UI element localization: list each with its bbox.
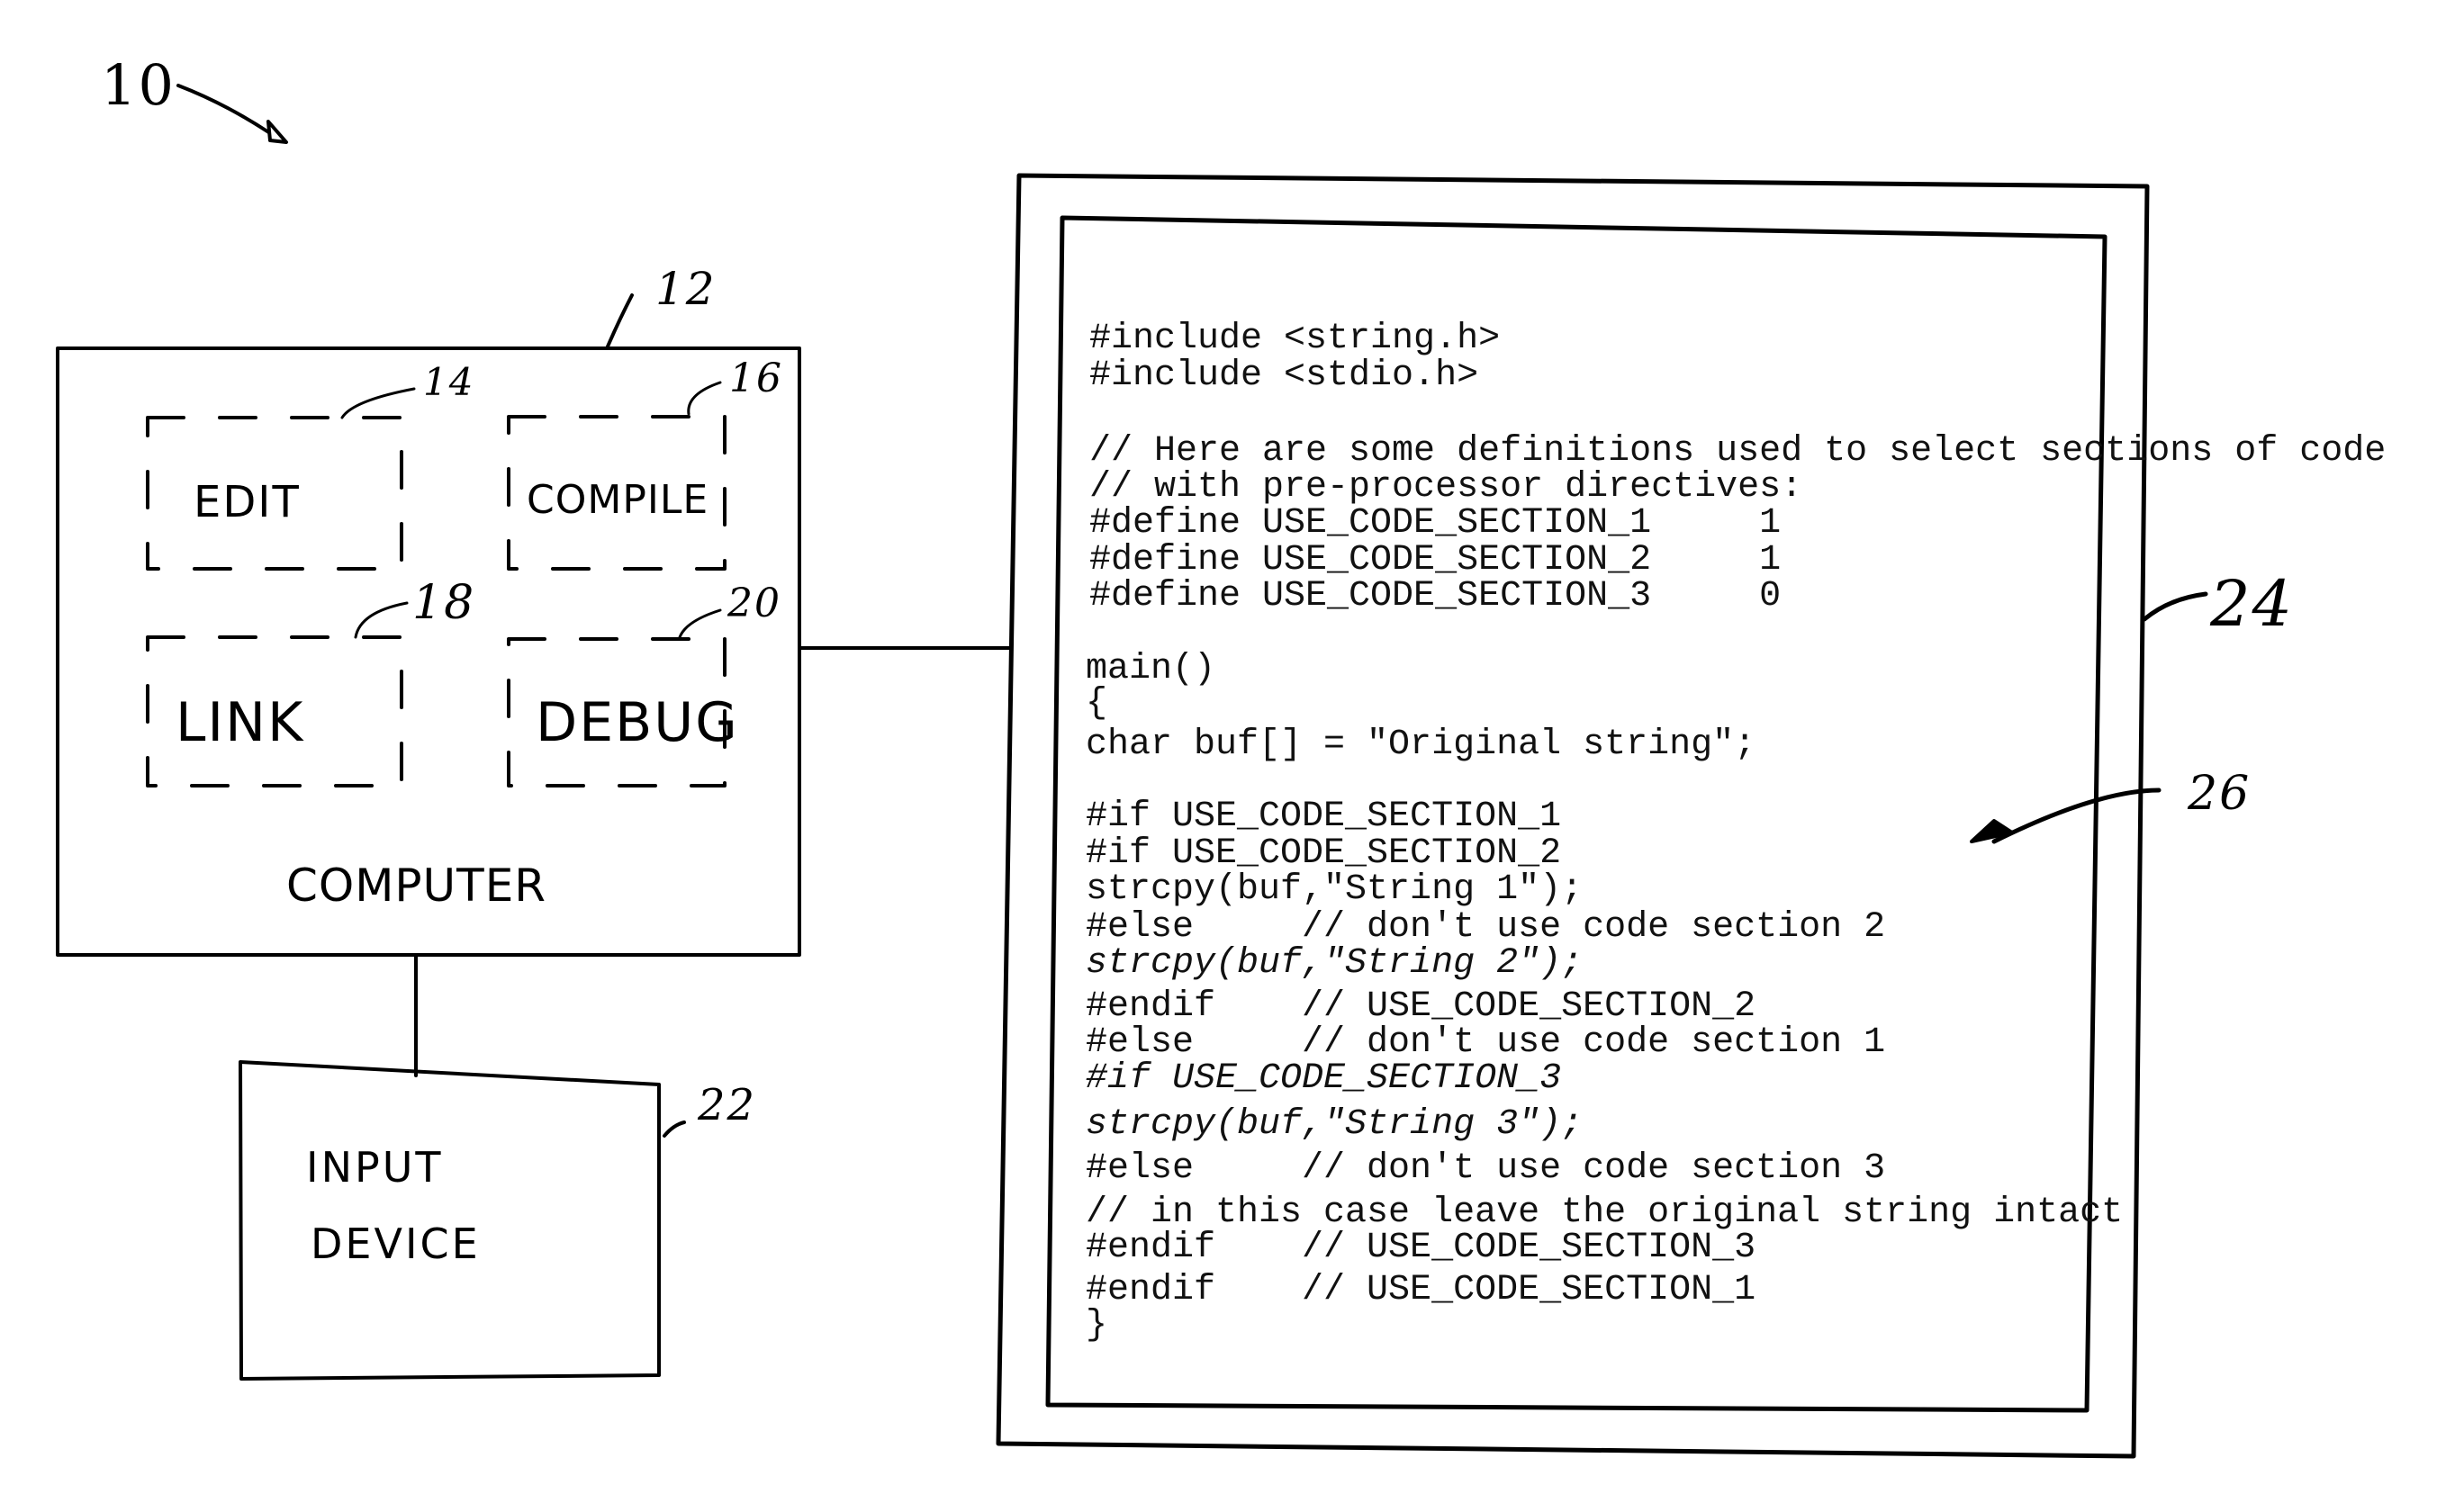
code-line: strcpy(buf,"String 1"); <box>1086 869 1584 910</box>
input-device-ref-leader <box>663 1120 686 1138</box>
input-device-label-line-2: DEVICE <box>311 1220 481 1268</box>
computer-ref-leader <box>606 293 634 348</box>
system-ref-arrow <box>176 84 272 135</box>
code-line: strcpy(buf,"String 2"); <box>1086 943 1584 984</box>
code-line: // with pre-processor directives: <box>1089 467 1803 508</box>
code-line: // in this case leave the original strin… <box>1086 1192 2124 1233</box>
computer-label: COMPUTER <box>286 860 547 912</box>
code-ref-arrow <box>1991 788 2162 844</box>
code-line: #define USE_CODE_SECTION_2 1 <box>1089 540 1782 580</box>
code-line: #endif // USE_CODE_SECTION_1 <box>1086 1270 1756 1310</box>
code-line: { <box>1086 683 1108 724</box>
code-line: #if USE_CODE_SECTION_1 <box>1086 796 1562 837</box>
code-line: #include <stdio.h> <box>1089 356 1479 396</box>
system-ref-arrowhead <box>266 120 288 144</box>
code-line: #else // don't use code section 3 <box>1086 1148 1886 1189</box>
input-device-ref-number: 22 <box>698 1080 757 1130</box>
code-line: char buf[] = "Original string"; <box>1086 724 1756 765</box>
code-line: strcpy(buf,"String 3"); <box>1086 1104 1584 1145</box>
code-line: #else // don't use code section 1 <box>1086 1022 1886 1063</box>
compile-ref-leader <box>687 381 722 416</box>
code-ref-number: 26 <box>2188 767 2252 821</box>
compile-ref-number: 16 <box>729 356 783 401</box>
code-line: // Here are some definitions used to sel… <box>1089 431 2387 472</box>
code-line: #endif // USE_CODE_SECTION_3 <box>1086 1228 1756 1268</box>
code-line: #define USE_CODE_SECTION_3 0 <box>1089 576 1782 616</box>
edit-ref-number: 14 <box>423 360 475 404</box>
edit-module-label: EDIT <box>194 477 301 527</box>
input-device-label-line-1: INPUT <box>306 1143 444 1192</box>
code-line: main() <box>1086 649 1216 689</box>
edit-ref-leader <box>340 387 416 419</box>
computer-ref-number: 12 <box>655 263 717 315</box>
link-ref-number: 18 <box>412 576 476 630</box>
code-line: #define USE_CODE_SECTION_1 1 <box>1089 503 1782 544</box>
code-line: #endif // USE_CODE_SECTION_2 <box>1086 986 1756 1027</box>
display-ref-number: 24 <box>2210 567 2295 641</box>
link-module-label: LINK <box>176 691 305 754</box>
compile-module-label: COMPILE <box>527 477 709 523</box>
debug-ref-leader <box>678 608 722 639</box>
code-line: #else // don't use code section 2 <box>1086 907 1886 948</box>
code-line: } <box>1086 1305 1108 1346</box>
code-ref-arrowhead <box>1970 819 2014 843</box>
debug-module-label: DEBUG <box>536 691 739 754</box>
link-ref-leader <box>354 601 409 639</box>
code-line: #include <string.h> <box>1089 319 1501 359</box>
code-line: #if USE_CODE_SECTION_2 <box>1086 833 1562 874</box>
code-line: #if USE_CODE_SECTION_3 <box>1086 1058 1562 1099</box>
debug-ref-number: 20 <box>727 580 781 626</box>
display-ref-leader <box>2142 591 2208 622</box>
system-ref-number: 10 <box>101 52 176 118</box>
